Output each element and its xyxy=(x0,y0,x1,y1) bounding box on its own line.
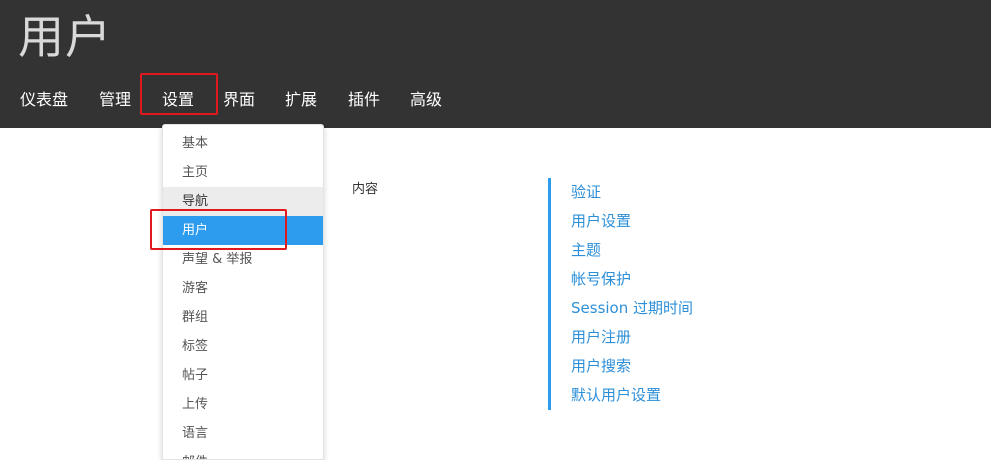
dropdown-item-email[interactable]: 邮件 xyxy=(163,448,323,459)
toc-link-account-protection[interactable]: 帐号保护 xyxy=(571,268,631,290)
nav-item-manage[interactable]: 管理 xyxy=(99,84,131,116)
toc-link-registration[interactable]: 用户注册 xyxy=(571,326,631,348)
dropdown-item-uploads[interactable]: 上传 xyxy=(163,390,323,419)
settings-toc: 验证 用户设置 主题 帐号保护 Session 过期时间 用户注册 用户搜索 默… xyxy=(548,178,751,410)
dropdown-item-guests[interactable]: 游客 xyxy=(163,274,323,303)
nav-item-dashboard[interactable]: 仪表盘 xyxy=(20,84,68,116)
nav-item-appearance[interactable]: 界面 xyxy=(223,84,255,116)
toc-link-user-settings[interactable]: 用户设置 xyxy=(571,210,631,232)
nav-item-advanced[interactable]: 高级 xyxy=(410,84,442,116)
toc-link-verification[interactable]: 验证 xyxy=(571,181,601,203)
settings-dropdown-menu: 基本 主页 导航 用户 声望 & 举报 游客 群组 标签 帖子 上传 语言 邮件 xyxy=(162,124,324,460)
nav-item-plugins[interactable]: 插件 xyxy=(348,84,380,116)
page-title: 用户 xyxy=(18,10,112,64)
nav-item-extend[interactable]: 扩展 xyxy=(285,84,317,116)
dropdown-item-homepage[interactable]: 主页 xyxy=(163,158,323,187)
settings-highlight-box xyxy=(140,73,218,115)
user-item-highlight-box xyxy=(150,209,287,250)
toc-link-themes[interactable]: 主题 xyxy=(571,239,601,261)
dropdown-item-language[interactable]: 语言 xyxy=(163,419,323,448)
dropdown-item-posts[interactable]: 帖子 xyxy=(163,361,323,390)
toc-link-default-user-settings[interactable]: 默认用户设置 xyxy=(571,384,661,406)
toc-link-session-timeout[interactable]: Session 过期时间 xyxy=(571,297,693,319)
dropdown-item-general[interactable]: 基本 xyxy=(163,129,323,158)
toc-link-user-search[interactable]: 用户搜索 xyxy=(571,355,631,377)
content-heading: 内容 xyxy=(352,182,379,197)
dropdown-item-tags[interactable]: 标签 xyxy=(163,332,323,361)
dropdown-item-groups[interactable]: 群组 xyxy=(163,303,323,332)
